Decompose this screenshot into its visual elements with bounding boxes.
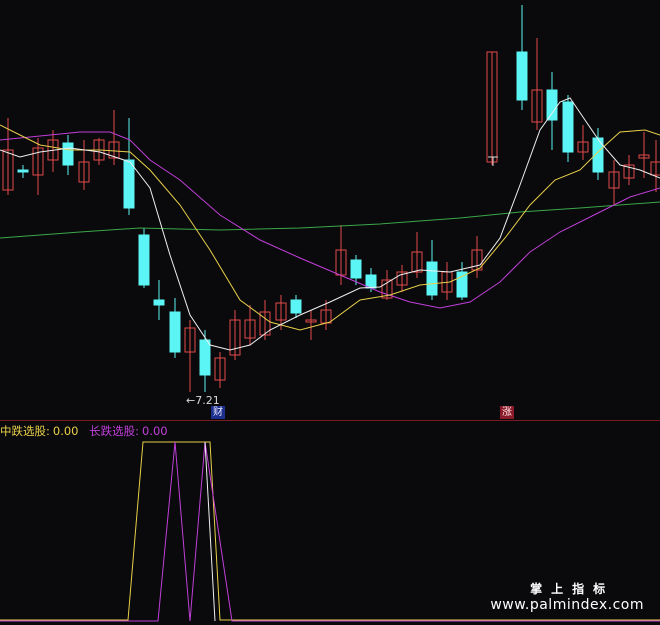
candle-body — [153, 299, 165, 306]
candle-body — [138, 234, 150, 286]
panel-divider — [0, 420, 660, 421]
finance-badge[interactable]: 财 — [211, 406, 225, 419]
watermark: 掌上指标 www.palmindex.com — [490, 580, 644, 613]
indicator-legend: 中跌选股: 0.00 长跌选股: 0.00 — [0, 423, 171, 439]
rise-badge[interactable]: 涨 — [500, 406, 514, 419]
candle-body — [350, 259, 362, 279]
candle-body — [426, 261, 438, 296]
candle-body — [123, 159, 135, 209]
ma-long-line — [0, 201, 660, 239]
candle-body — [17, 169, 29, 173]
candlestick-chart[interactable] — [0, 0, 660, 625]
long-drop-label: 长跌选股: — [89, 424, 140, 438]
candle-body — [365, 274, 377, 289]
ma-fast-line — [0, 97, 660, 351]
mid-drop-label: 中跌选股: — [0, 424, 50, 438]
candle-body — [562, 101, 574, 153]
long-drop-value: 0.00 — [142, 424, 168, 438]
mid-drop-value: 0.00 — [52, 424, 79, 438]
candle-body — [546, 89, 558, 121]
candle-body — [169, 311, 181, 353]
candle-body — [290, 299, 302, 314]
candle-body — [456, 271, 468, 298]
candle-body — [516, 51, 528, 101]
indicator-white-line — [204, 441, 216, 622]
watermark-title: 掌上指标 — [530, 582, 615, 596]
watermark-url: www.palmindex.com — [490, 597, 644, 613]
candle-body — [199, 339, 211, 376]
candle-body — [62, 142, 74, 166]
